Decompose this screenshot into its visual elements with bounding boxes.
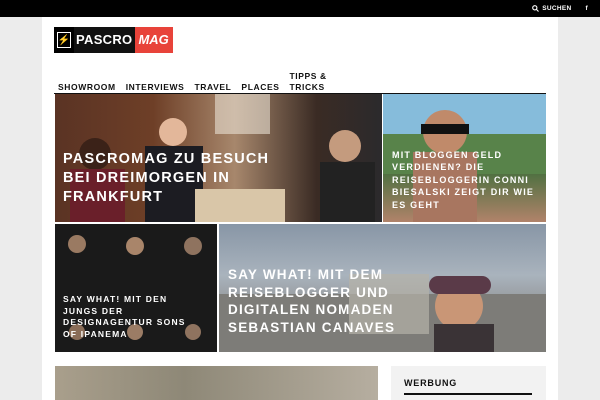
facebook-icon[interactable]: f: [586, 5, 588, 12]
logo-mag: MAG: [135, 27, 173, 53]
logo-bolt-box: ⚡: [54, 27, 74, 53]
sidebar-heading-underline: [404, 393, 532, 395]
sidebar-widget: WERBUNG: [391, 366, 546, 400]
nav-item-interviews[interactable]: INTERVIEWS: [126, 82, 185, 93]
nav-item-tipps-tricks[interactable]: TIPPS & TRICKS: [290, 71, 327, 93]
search-link[interactable]: SUCHEN: [532, 5, 571, 12]
top-bar: SUCHEN f: [0, 0, 600, 17]
search-label: SUCHEN: [542, 5, 572, 12]
main-nav: SHOWROOM INTERVIEWS TRAVEL PLACES TIPPS …: [58, 65, 337, 93]
featured-post-dreimorgen[interactable]: PASCROMAG ZU BESUCH BEI DREIMORGEN IN FR…: [55, 94, 382, 222]
site-logo[interactable]: ⚡ PASCRO MAG: [54, 27, 173, 53]
nav-item-places[interactable]: PLACES: [241, 82, 279, 93]
featured-post-conni-biesalski[interactable]: MIT BLOGGEN GELD VERDIENEN? DIE REISEBLO…: [383, 94, 546, 222]
logo-name: PASCRO: [74, 27, 136, 53]
featured-post-sebastian-canaves[interactable]: SAY WHAT! MIT DEM REISEBLOGGER UND DIGIT…: [219, 224, 546, 352]
top-bar-links: SUCHEN f: [532, 0, 588, 17]
nav-item-showroom[interactable]: SHOWROOM: [58, 82, 116, 93]
lightning-icon: ⚡: [57, 32, 71, 48]
post-title: MIT BLOGGEN GELD VERDIENEN? DIE REISEBLO…: [392, 149, 535, 210]
nav-item-travel[interactable]: TRAVEL: [194, 82, 231, 93]
nav-item-tipps-line2: TRICKS: [289, 82, 325, 92]
sidebar-heading: WERBUNG: [404, 378, 458, 388]
post-title: SAY WHAT! MIT DEM REISEBLOGGER UND DIGIT…: [228, 267, 396, 335]
post-image-teaser[interactable]: [55, 366, 378, 400]
page-container: ⚡ PASCRO MAG SHOWROOM INTERVIEWS TRAVEL …: [42, 17, 558, 400]
post-title: PASCROMAG ZU BESUCH BEI DREIMORGEN IN FR…: [63, 151, 270, 205]
search-icon: [532, 5, 540, 12]
featured-post-sons-of-ipanema[interactable]: SAY WHAT! MIT DEN JUNGS DER DESIGNAGENTU…: [55, 224, 217, 352]
nav-item-tipps-line1: TIPPS &: [289, 71, 327, 81]
post-title: SAY WHAT! MIT DEN JUNGS DER DESIGNAGENTU…: [63, 294, 186, 339]
